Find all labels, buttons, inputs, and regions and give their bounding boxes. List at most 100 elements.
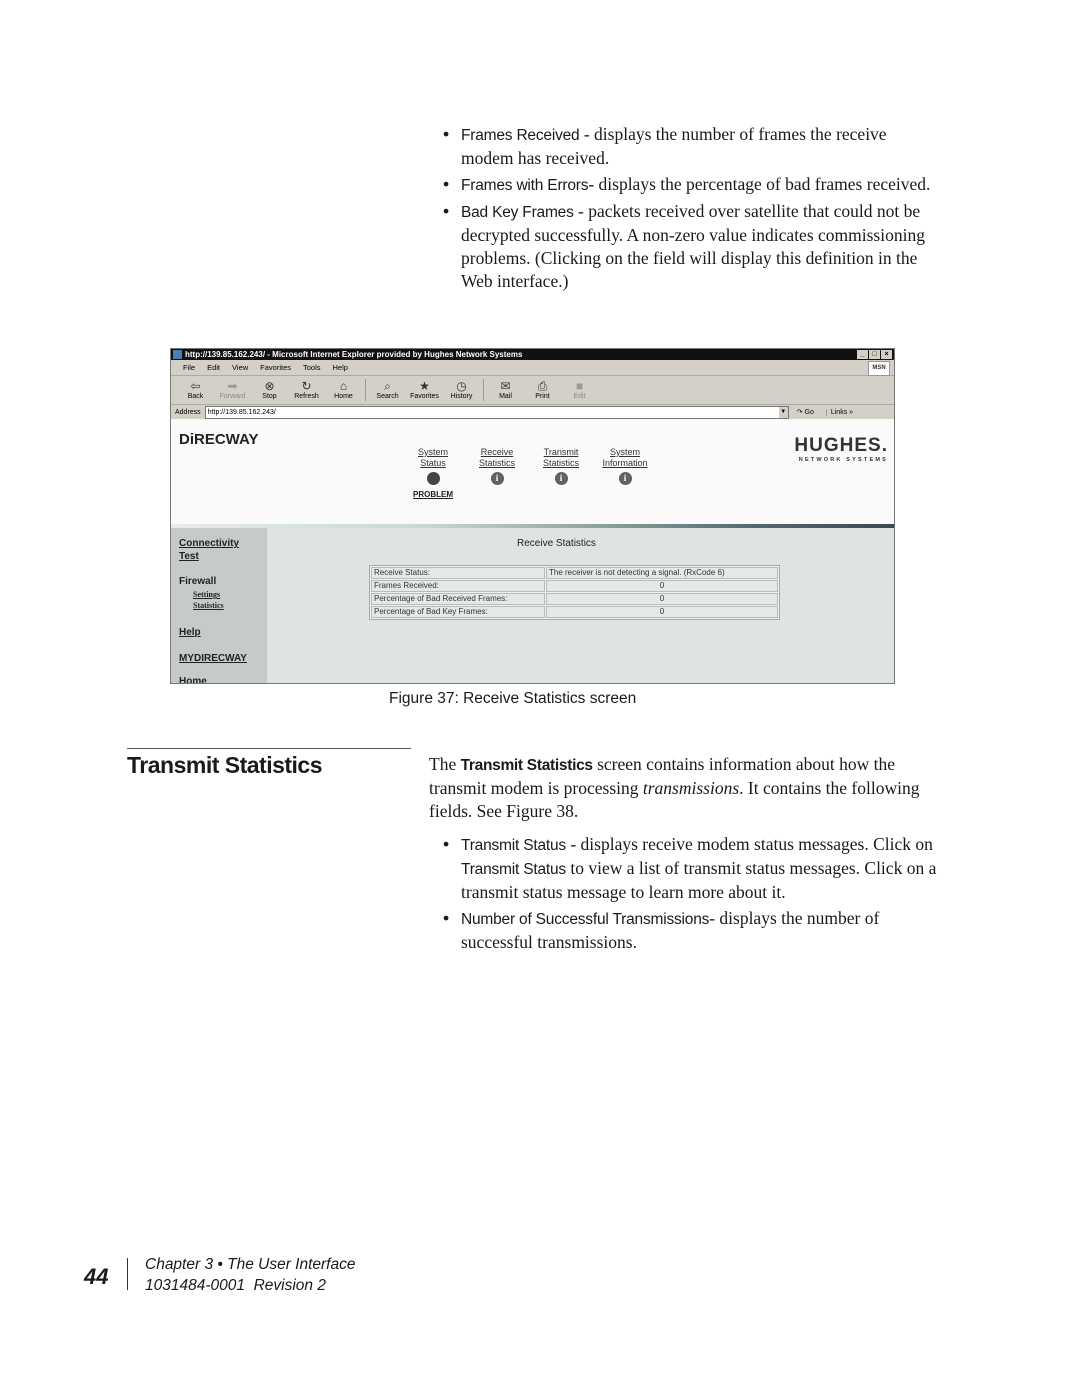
button-label: Print xyxy=(535,393,550,400)
nav-receive-statistics[interactable]: Receive Statistics i xyxy=(465,447,529,500)
info-icon[interactable]: i xyxy=(618,472,632,485)
row-value: The receiver is not detecting a signal. … xyxy=(546,567,778,579)
sidebar-item-connectivity-test[interactable]: Test xyxy=(179,551,199,563)
info-icon[interactable]: i xyxy=(490,472,504,485)
term: Transmit Status xyxy=(461,837,566,854)
button-label: Search xyxy=(376,393,399,400)
status-dot-icon[interactable] xyxy=(426,472,440,485)
sidebar-item-connectivity[interactable]: Connectivity xyxy=(179,538,239,550)
edit-icon: ■ xyxy=(575,379,584,393)
nav-label-line1: System xyxy=(417,447,448,457)
browser-toolbar: ⇦ Back ➡ Forward ⊗ Stop ↻ Refresh ⌂ Home ⌕ Sea… xyxy=(171,376,894,405)
sidebar-item-firewall-statistics[interactable]: Statistics xyxy=(193,601,224,611)
row-label[interactable]: Percentage of Bad Received Frames: xyxy=(371,593,545,605)
forward-button[interactable]: ➡ Forward xyxy=(214,376,251,404)
nav-system-status[interactable]: System Status PROBLEM xyxy=(401,447,465,500)
button-label: Home xyxy=(334,393,353,400)
browser-title-bar: http://139.85.162.243/ - Microsoft Inter… xyxy=(171,349,894,360)
bullet-text: - displays the percentage of bad frames … xyxy=(588,174,931,194)
status-nav: System Status PROBLEM Receive Statistics… xyxy=(401,447,657,500)
hughes-subtitle: NETWORK SYSTEMS xyxy=(798,457,888,463)
hughes-logo: HUGHES. NETWORK SYSTEMS xyxy=(794,435,888,463)
term: Bad Key Frames xyxy=(461,204,574,221)
bullet-text: - displays receive modem status messages… xyxy=(565,834,933,854)
nav-label-line1: Transmit xyxy=(543,447,579,457)
nav-system-information[interactable]: System Information i xyxy=(593,447,657,500)
address-input[interactable]: http://139.85.162.243/ ▼ xyxy=(204,405,789,419)
term: Transmit Statistics xyxy=(460,757,593,774)
bullet-frames-received: Frames Received - displays the number of… xyxy=(440,123,940,170)
edit-button[interactable]: ■ Edit xyxy=(561,376,598,404)
button-label: Forward xyxy=(219,393,246,400)
transmit-bullet-list: Transmit Status - displays receive modem… xyxy=(440,833,940,957)
row-label[interactable]: Receive Status: xyxy=(371,567,545,579)
status-badge[interactable]: PROBLEM xyxy=(401,489,465,500)
sidebar-item-mydirecway[interactable]: MYDIRECWAY xyxy=(179,653,247,665)
web-content: Receive Statistics Receive Status: The r… xyxy=(267,528,894,683)
web-sidebar: Connectivity Test Firewall Settings Stat… xyxy=(171,528,267,683)
nav-transmit-statistics[interactable]: Transmit Statistics i xyxy=(529,447,593,500)
home-button[interactable]: ⌂ Home xyxy=(325,376,362,404)
button-label: Refresh xyxy=(294,393,319,400)
button-label: History xyxy=(450,393,473,400)
table-row[interactable]: Frames Received: 0 xyxy=(371,580,778,592)
back-arrow-icon: ⇦ xyxy=(190,379,201,393)
back-button[interactable]: ⇦ Back xyxy=(177,376,214,404)
term: Transmit Status xyxy=(461,861,566,878)
direcway-logo: DiRECWAY xyxy=(179,431,259,448)
menu-bar: File Edit View Favorites Tools Help MSN xyxy=(171,360,894,376)
table-row[interactable]: Percentage of Bad Received Frames: 0 xyxy=(371,593,778,605)
section-title: Receive Statistics xyxy=(517,538,596,549)
minimize-button[interactable]: _ xyxy=(857,350,868,359)
mail-button[interactable]: ✉ Mail xyxy=(487,376,524,404)
address-label: Address xyxy=(175,408,201,416)
sidebar-item-firewall-settings[interactable]: Settings xyxy=(193,590,220,600)
row-value: 0 xyxy=(546,593,778,605)
window-title: http://139.85.162.243/ - Microsoft Inter… xyxy=(185,350,523,359)
forward-arrow-icon: ➡ xyxy=(227,379,238,393)
table-row[interactable]: Receive Status: The receiver is not dete… xyxy=(371,567,778,579)
menu-view[interactable]: View xyxy=(232,360,248,375)
row-label[interactable]: Percentage of Bad Key Frames: xyxy=(371,606,545,618)
maximize-button[interactable]: □ xyxy=(869,350,880,359)
refresh-button[interactable]: ↻ Refresh xyxy=(288,376,325,404)
menu-favorites[interactable]: Favorites xyxy=(260,360,291,375)
section-heading: Transmit Statistics xyxy=(127,752,323,778)
menu-edit[interactable]: Edit xyxy=(207,360,220,375)
search-button[interactable]: ⌕ Search xyxy=(369,376,406,404)
document-id: 1031484-0001 Revision 2 xyxy=(145,1277,326,1294)
page-number: 44 xyxy=(84,1264,109,1289)
favorites-button[interactable]: ★ Favorites xyxy=(406,376,443,404)
stop-button[interactable]: ⊗ Stop xyxy=(251,376,288,404)
row-value: 0 xyxy=(546,580,778,592)
nav-label-line2: Statistics xyxy=(542,458,579,468)
menu-file[interactable]: File xyxy=(183,360,195,375)
close-button[interactable]: × xyxy=(881,350,892,359)
hughes-wordmark: HUGHES. xyxy=(794,435,888,456)
address-bar: Address http://139.85.162.243/ ▼ ↷ Go Li… xyxy=(171,405,894,420)
favorites-icon: ★ xyxy=(419,379,430,393)
info-icon[interactable]: i xyxy=(554,472,568,485)
button-label: Back xyxy=(187,393,204,400)
table-row[interactable]: Percentage of Bad Key Frames: 0 xyxy=(371,606,778,618)
menu-tools[interactable]: Tools xyxy=(303,360,321,375)
links-button[interactable]: Links » xyxy=(825,408,853,416)
go-button[interactable]: ↷ Go xyxy=(797,408,814,416)
web-page-header: DiRECWAY System Status PROBLEM Receive S… xyxy=(171,419,894,524)
chapter-title: Chapter 3 • The User Interface xyxy=(145,1256,356,1273)
figure-caption: Figure 37: Receive Statistics screen xyxy=(389,690,637,707)
text: The xyxy=(429,754,461,774)
row-label[interactable]: Frames Received: xyxy=(371,580,545,592)
search-icon: ⌕ xyxy=(384,379,391,393)
sidebar-item-home[interactable]: Home xyxy=(179,676,207,683)
mail-icon: ✉ xyxy=(500,379,511,393)
emphasis: transmissions xyxy=(642,778,740,798)
chevron-down-icon[interactable]: ▼ xyxy=(778,406,788,418)
nav-label-line1: Receive xyxy=(480,447,514,457)
sidebar-item-help[interactable]: Help xyxy=(179,627,201,639)
history-button[interactable]: ◷ History xyxy=(443,376,480,404)
menu-help[interactable]: Help xyxy=(333,360,348,375)
go-label: Go xyxy=(804,409,814,416)
nav-label-line2: Statistics xyxy=(478,458,515,468)
print-button[interactable]: ⎙ Print xyxy=(524,376,561,404)
